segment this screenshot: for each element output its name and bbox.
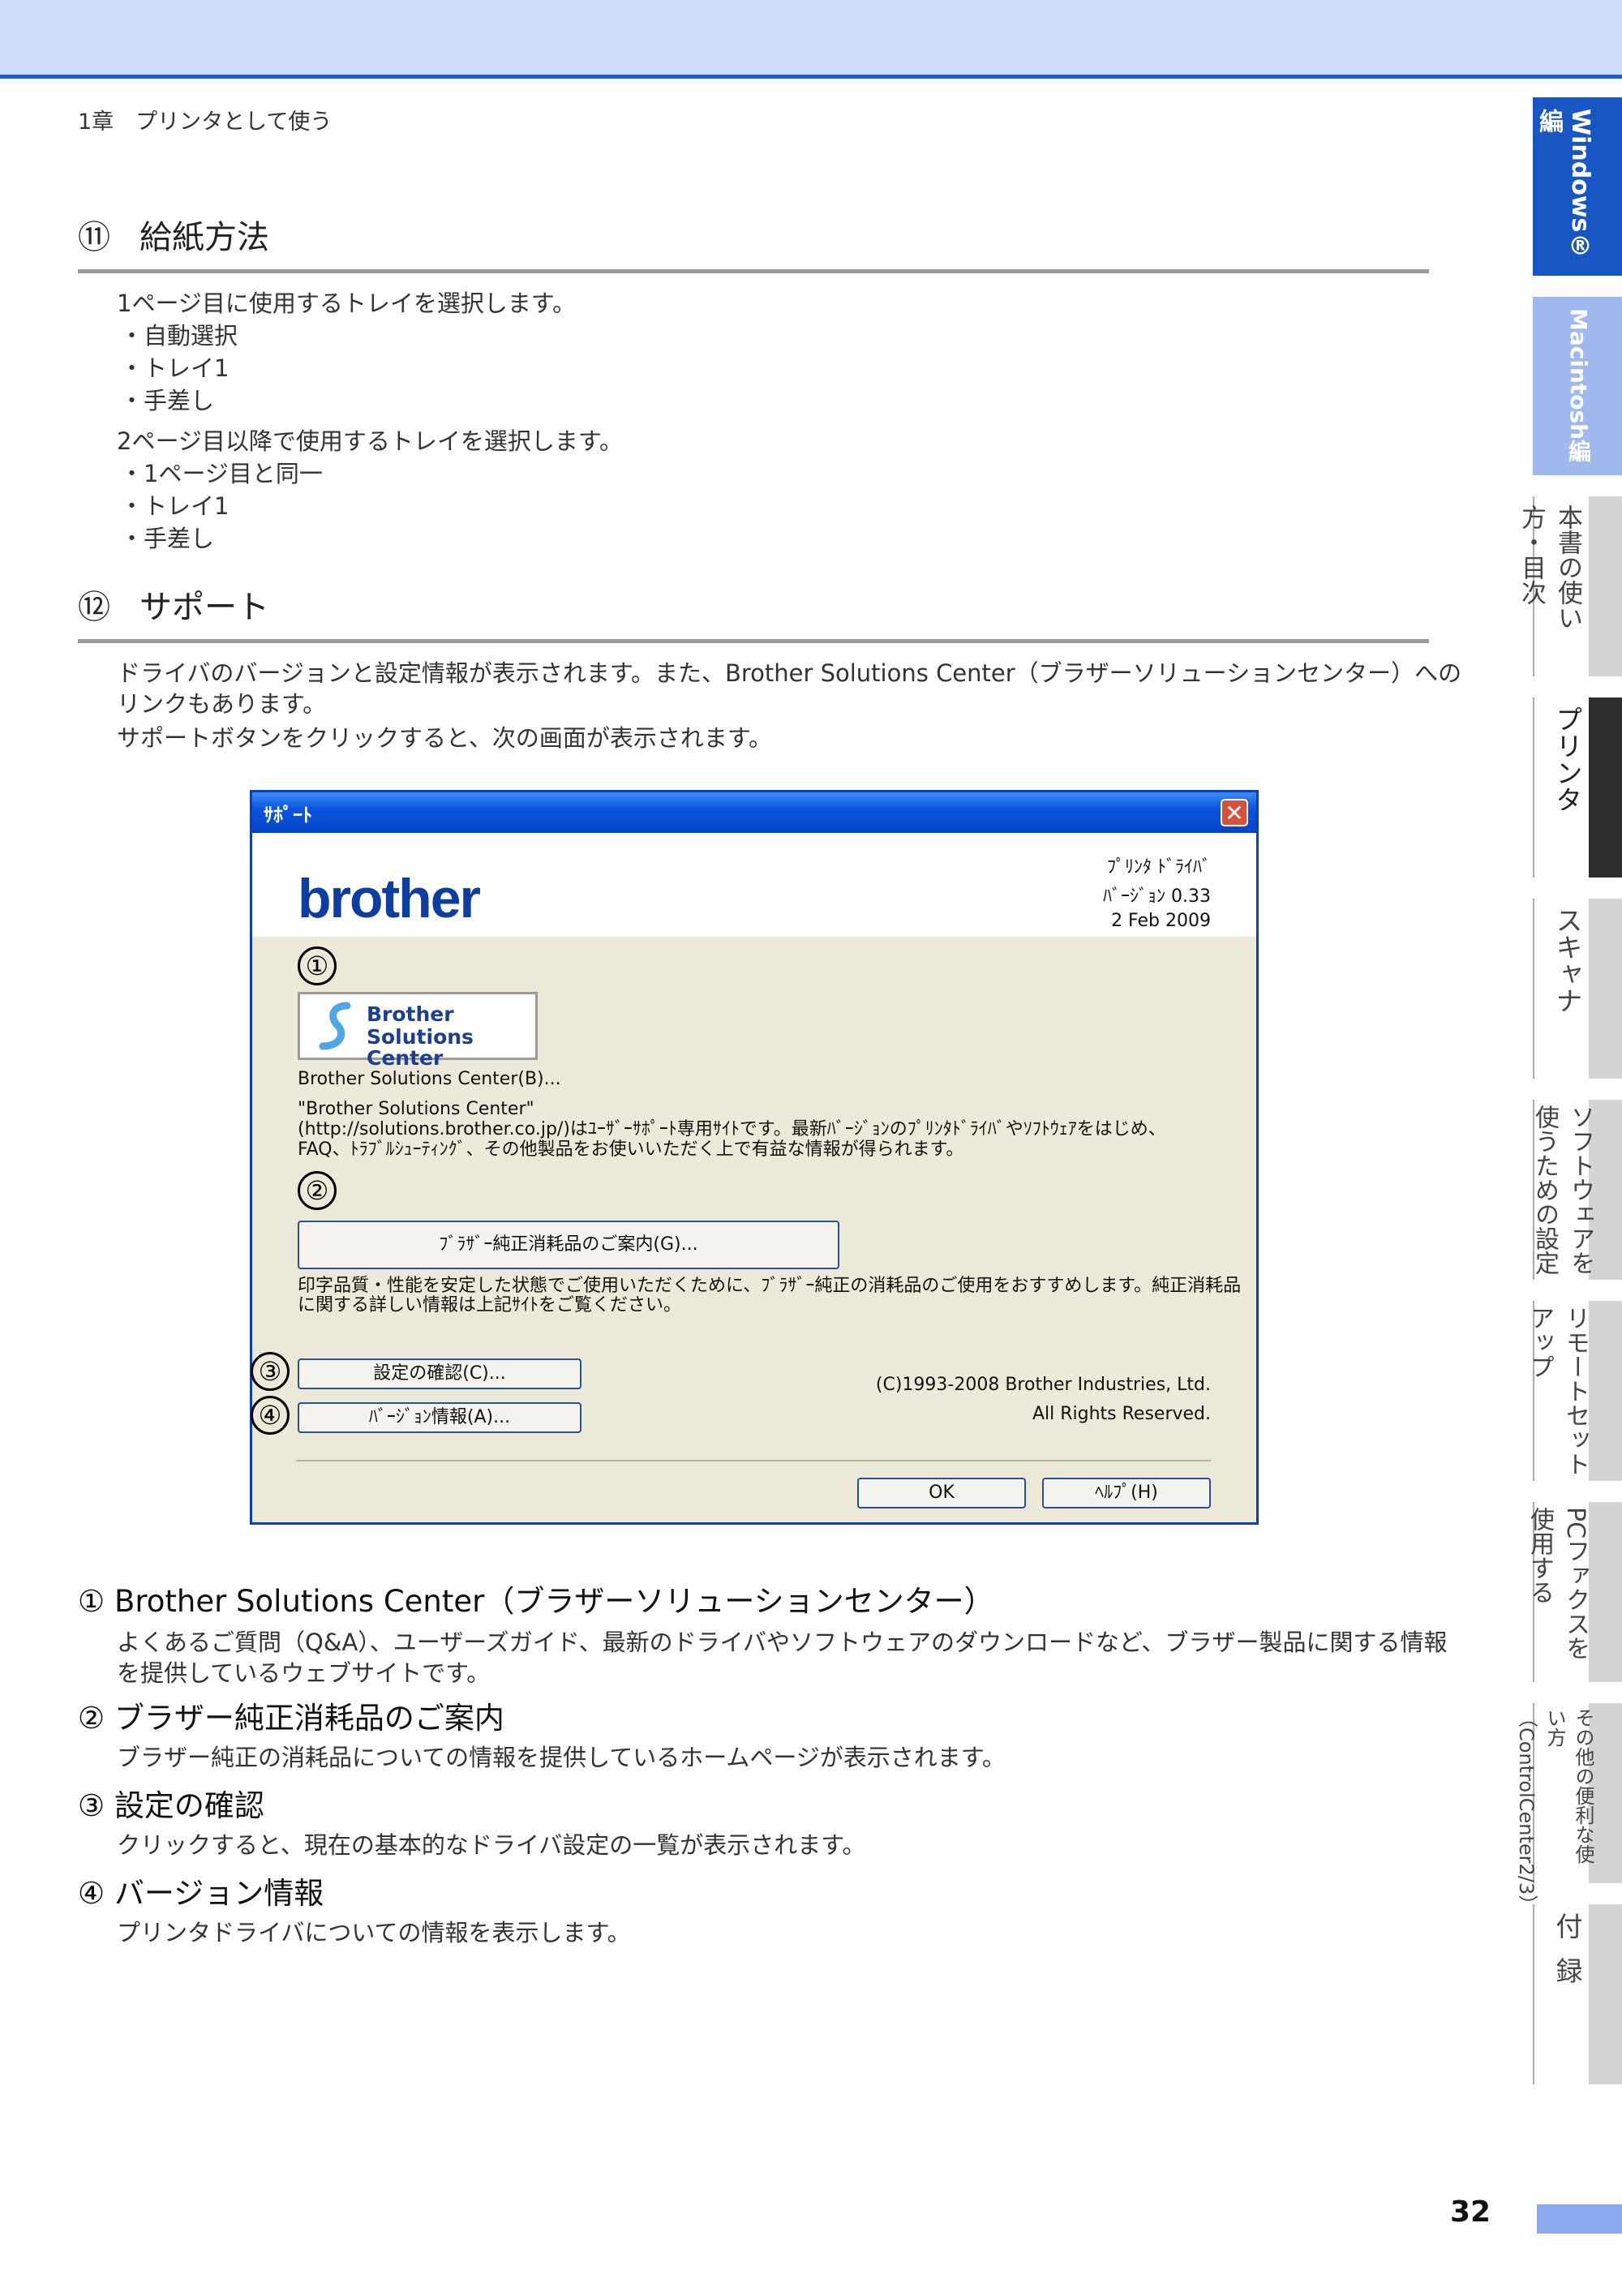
tab-appendix[interactable]: 付録 <box>1533 1904 1622 2084</box>
section-12-heading: ⑫ サポート <box>78 581 1429 643</box>
section-11-text-1: 1ページ目に使用するトレイを選択します。 <box>117 290 576 317</box>
item-1-text-2: を提供しているウェブサイトです。 <box>117 1659 491 1687</box>
supplies-desc-2: に関する詳しい情報は上記ｻｲﾄをご覧ください。 <box>298 1295 682 1315</box>
bsc-swoosh-icon <box>319 1002 351 1050</box>
tab-about[interactable]: 本書の使い方・目次 <box>1517 496 1622 676</box>
section-11-title: 給紙方法 <box>139 219 269 256</box>
settings-button[interactable]: 設定の確認(C)... <box>298 1358 581 1389</box>
section-11-heading: ⑪ 給紙方法 <box>78 211 1429 273</box>
tab-other-label: その他の便利な使い方（ControlCenter2/3） <box>1515 1708 1594 1915</box>
tab-remote-setup[interactable]: リモートセットアップ <box>1525 1301 1622 1481</box>
marker-4: ④ <box>251 1396 290 1435</box>
copyright-text: (C)1993-2008 Brother Industries, Ltd. <box>875 1375 1211 1395</box>
driver-label: ﾌﾟﾘﾝﾀ ﾄﾞﾗｲﾊﾞ <box>1107 857 1211 878</box>
tab-windows-label: Windows®編 <box>1534 109 1594 261</box>
tab-software-settings[interactable]: ソフトウェアを使うための設定 <box>1530 1100 1622 1280</box>
dialog-titlebar[interactable]: ｻﾎﾟｰﾄ ✕ <box>252 792 1256 833</box>
dialog-divider <box>296 1460 1211 1461</box>
item-1-number: ① <box>78 1584 105 1619</box>
tray-option: 自動選択 <box>120 320 238 352</box>
bsc-button-line2: Solutions Center <box>367 1025 474 1070</box>
tab-appendix-label: 付録 <box>1551 1912 1583 2002</box>
marker-3: ③ <box>251 1352 290 1391</box>
section-11-number: ⑪ <box>78 219 110 256</box>
tab-windows[interactable]: Windows®編 <box>1533 97 1622 276</box>
tab-other[interactable]: その他の便利な使い方（ControlCenter2/3） <box>1515 1703 1622 1914</box>
tray-option: トレイ1 <box>120 352 229 384</box>
section-12-text-1b: リンクもあります。 <box>117 690 327 718</box>
item-4-title: バージョン情報 <box>114 1876 324 1911</box>
item-2-title: ブラザー純正消耗品のご案内 <box>114 1701 504 1736</box>
tab-pc-fax-label: PCファクスを使用する <box>1525 1507 1590 1661</box>
version-button[interactable]: ﾊﾞｰｼﾞｮﾝ情報(A)... <box>298 1402 581 1433</box>
item-3-title: 設定の確認 <box>114 1788 264 1823</box>
driver-version: ﾊﾞｰｼﾞｮﾝ 0.33 <box>1103 886 1211 907</box>
section-12-text-2: サポートボタンをクリックすると、次の画面が表示されます。 <box>117 724 772 752</box>
supplies-desc-1: 印字品質・性能を安定した状態でご使用いただくために、ﾌﾞﾗｻﾞｰ純正の消耗品のご… <box>298 1276 1242 1296</box>
tab-macintosh-label: Macintosh編 <box>1565 308 1592 463</box>
section-12-title: サポート <box>139 589 269 626</box>
item-1-title: Brother Solutions Center（ブラザーソリューションセンター… <box>114 1584 994 1619</box>
item-4-text: プリンタドライバについての情報を表示します。 <box>117 1919 631 1946</box>
section-11-text-2: 2ページ目以降で使用するトレイを選択します。 <box>117 427 623 455</box>
item-1-text-1: よくあるご質問（Q&A）、ユーザーズガイド、最新のドライバやソフトウェアのダウン… <box>117 1629 1448 1656</box>
chapter-header: 1章 プリンタとして使う <box>78 109 333 135</box>
item-3-heading: ③ 設定の確認 <box>78 1781 264 1825</box>
tab-software-settings-label: ソフトウェアを使うための設定 <box>1530 1105 1594 1275</box>
tray-option: トレイ1 <box>120 490 229 522</box>
tab-macintosh[interactable]: Macintosh編 <box>1533 297 1622 475</box>
bsc-desc-3: FAQ、ﾄﾗﾌﾞﾙｼｭｰﾃｨﾝｸﾞ、その他製品をお使いいただく上で有益な情報が得… <box>298 1139 964 1160</box>
driver-date: 2 Feb 2009 <box>1111 911 1211 931</box>
bsc-button-line1: Brother <box>367 1002 454 1026</box>
dialog-header: brother ﾌﾟﾘﾝﾀ ﾄﾞﾗｲﾊﾞ ﾊﾞｰｼﾞｮﾝ 0.33 2 Feb … <box>252 833 1256 937</box>
page-number: 32 <box>1450 2195 1491 2229</box>
item-1-heading: ① Brother Solutions Center（ブラザーソリューションセン… <box>78 1577 994 1620</box>
item-4-number: ④ <box>78 1876 105 1911</box>
bsc-link[interactable]: Brother Solutions Center(B)... <box>298 1069 561 1090</box>
top-band <box>0 0 1622 79</box>
supplies-button[interactable]: ﾌﾞﾗｻﾞｰ純正消耗品のご案内(G)... <box>298 1221 839 1269</box>
tab-remote-setup-label: リモートセットアップ <box>1525 1306 1590 1476</box>
ok-button[interactable]: OK <box>857 1478 1026 1508</box>
brother-logo: brother <box>298 868 481 929</box>
tab-scanner-label: スキャナ <box>1551 907 1583 1014</box>
support-dialog: ｻﾎﾟｰﾄ ✕ brother ﾌﾟﾘﾝﾀ ﾄﾞﾗｲﾊﾞ ﾊﾞｰｼﾞｮﾝ 0.3… <box>250 790 1259 1525</box>
tray-option: 1ページ目と同一 <box>120 457 323 490</box>
item-3-text: クリックすると、現在の基本的なドライバ設定の一覧が表示されます。 <box>117 1831 866 1859</box>
rights-text: All Rights Reserved. <box>1032 1404 1211 1424</box>
tray-option: 手差し <box>120 522 214 555</box>
page-bar <box>1537 2204 1622 2234</box>
item-3-number: ③ <box>78 1788 105 1823</box>
tab-about-label: 本書の使い方・目次 <box>1517 504 1582 630</box>
marker-1: ① <box>298 946 337 985</box>
section-12-text-1a: ドライバのバージョンと設定情報が表示されます。また、Brother Soluti… <box>117 659 1462 687</box>
tab-scanner[interactable]: スキャナ <box>1533 899 1622 1079</box>
section-12-number: ⑫ <box>78 589 110 626</box>
tab-printer-label: プリンタ <box>1551 706 1583 813</box>
bsc-desc-1: "Brother Solutions Center" <box>298 1099 534 1119</box>
item-4-heading: ④ バージョン情報 <box>78 1869 324 1912</box>
close-button[interactable]: ✕ <box>1221 799 1248 826</box>
dialog-title: ｻﾎﾟｰﾄ <box>264 804 312 826</box>
help-button[interactable]: ﾍﾙﾌﾟ(H) <box>1042 1478 1211 1508</box>
marker-2: ② <box>298 1171 337 1210</box>
tab-printer[interactable]: プリンタ <box>1533 697 1622 878</box>
item-2-text: ブラザー純正の消耗品についての情報を提供しているホームページが表示されます。 <box>117 1744 1006 1771</box>
tab-pc-fax[interactable]: PCファクスを使用する <box>1525 1502 1622 1682</box>
item-2-number: ② <box>78 1701 105 1736</box>
bsc-button[interactable]: Brother Solutions Center <box>298 992 538 1069</box>
item-2-heading: ② ブラザー純正消耗品のご案内 <box>78 1693 504 1737</box>
bsc-desc-2: (http://solutions.brother.co.jp/)はﾕｰｻﾞｰｻ… <box>298 1119 1166 1139</box>
tray-option: 手差し <box>120 384 214 417</box>
